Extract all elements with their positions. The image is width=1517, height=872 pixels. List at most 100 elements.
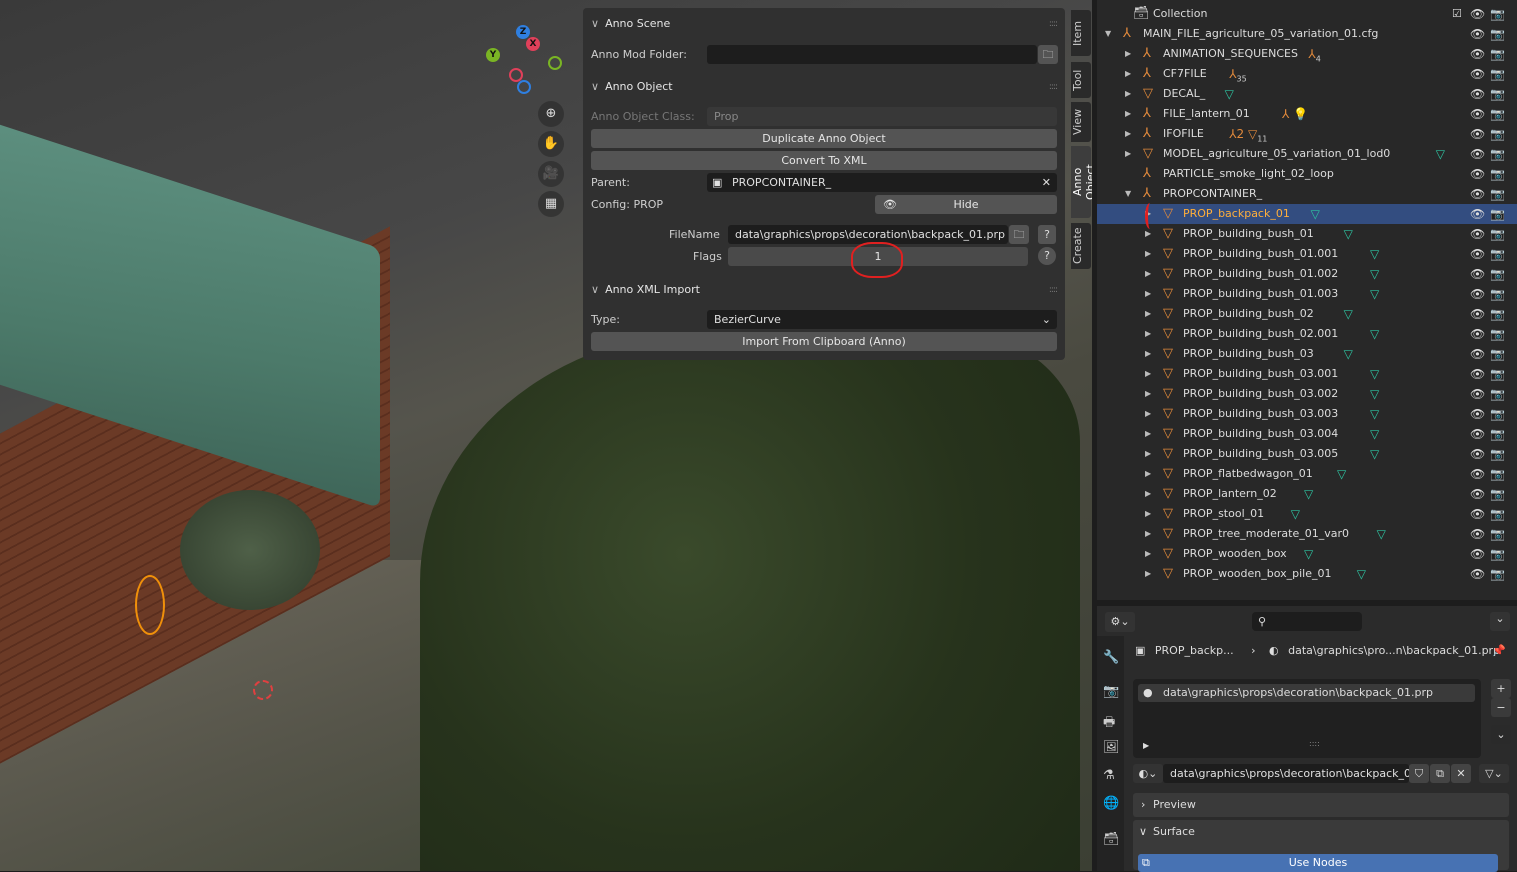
mesh-data-icon[interactable]: ▽ xyxy=(1370,264,1379,284)
row-name[interactable]: PROP_building_bush_01.003 xyxy=(1183,284,1338,304)
gizmo-y-axis[interactable]: Y xyxy=(486,48,500,62)
eye-icon[interactable]: 👁 xyxy=(1470,304,1485,324)
camera-render-icon[interactable]: 📷 xyxy=(1490,244,1505,264)
eye-icon[interactable]: 👁 xyxy=(1470,184,1485,204)
row-name[interactable]: PROP_flatbedwagon_01 xyxy=(1183,464,1313,484)
row-name[interactable]: FILE_lantern_01 xyxy=(1163,104,1250,124)
expand-arrow-icon[interactable]: ▶ xyxy=(1145,264,1151,284)
editor-type-button[interactable]: ⚙⌄ xyxy=(1105,612,1135,632)
tab-create[interactable]: Create xyxy=(1071,223,1091,269)
outliner-row[interactable]: ▶ ▽ DECAL_ ▽ 👁 📷 xyxy=(1097,84,1517,104)
camera-render-icon[interactable]: 📷 xyxy=(1490,124,1505,144)
expand-arrow-icon[interactable]: ▶ xyxy=(1125,44,1131,64)
eye-icon[interactable]: 👁 xyxy=(1470,144,1485,164)
camera-render-icon[interactable]: 📷 xyxy=(1490,64,1505,84)
eye-icon[interactable]: 👁 xyxy=(1470,344,1485,364)
collapse-arrow-icon[interactable]: ▼ xyxy=(1105,24,1111,44)
row-name[interactable]: PROP_building_bush_01.001 xyxy=(1183,244,1338,264)
resize-grip[interactable]: :::: xyxy=(1309,739,1320,748)
hide-button[interactable]: 👁 Hide xyxy=(875,195,1057,214)
row-name[interactable]: PROP_building_bush_02.001 xyxy=(1183,324,1338,344)
expand-arrow-icon[interactable]: ▶ xyxy=(1145,464,1151,484)
eye-icon[interactable]: 👁 xyxy=(1470,4,1485,24)
panel-header-anno-object[interactable]: ∨ Anno Object xyxy=(591,80,673,93)
row-name[interactable]: ANIMATION_SEQUENCES xyxy=(1163,44,1298,64)
row-name[interactable]: CF7FILE xyxy=(1163,64,1207,84)
gizmo-z-axis[interactable]: Z xyxy=(516,25,530,39)
eye-icon[interactable]: 👁 xyxy=(1470,264,1485,284)
outliner-row[interactable]: ▶ ▽ PROP_building_bush_03.002 ▽ 👁 📷 xyxy=(1097,384,1517,404)
outliner-row[interactable]: ▶ ▽ MODEL_agriculture_05_variation_01_lod0… xyxy=(1097,144,1517,164)
expand-arrow-icon[interactable]: ▶ xyxy=(1145,324,1151,344)
type-dropdown[interactable]: BezierCurve ⌄ xyxy=(707,310,1057,329)
outliner-row[interactable]: ▶ ▽ PROP_building_bush_03.004 ▽ 👁 📷 xyxy=(1097,424,1517,444)
outliner-row[interactable]: ▶ ▽ PROP_building_bush_03 ▽ 👁 📷 xyxy=(1097,344,1517,364)
tab-tool[interactable]: Tool xyxy=(1071,62,1091,98)
row-name[interactable]: PROP_backpack_01 xyxy=(1183,204,1290,224)
row-name[interactable]: PROP_building_bush_03.002 xyxy=(1183,384,1338,404)
outliner-row[interactable]: ▶ ▽ PROP_backpack_01 ▽ 👁 📷 xyxy=(1097,204,1517,224)
expand-arrow-icon[interactable]: ▶ xyxy=(1125,124,1131,144)
mesh-data-icon[interactable]: ▽ xyxy=(1436,144,1445,164)
row-name[interactable]: PROP_stool_01 xyxy=(1183,504,1264,524)
eye-icon[interactable]: 👁 xyxy=(1470,84,1485,104)
row-name[interactable]: PROP_wooden_box xyxy=(1183,544,1287,564)
row-name[interactable]: PROP_building_bush_03.001 xyxy=(1183,364,1338,384)
clear-icon[interactable]: ✕ xyxy=(1042,173,1051,192)
output-icon[interactable]: 🖶 xyxy=(1103,713,1115,735)
camera-render-icon[interactable]: 📷 xyxy=(1490,4,1505,24)
tool-icon[interactable]: 🔧 xyxy=(1103,650,1119,665)
eye-icon[interactable]: 👁 xyxy=(1470,544,1485,564)
eye-icon[interactable]: 👁 xyxy=(1470,504,1485,524)
expand-arrow-icon[interactable]: ▶ xyxy=(1145,564,1151,584)
camera-render-icon[interactable]: 📷 xyxy=(1490,284,1505,304)
expand-arrow-icon[interactable]: ▶ xyxy=(1145,484,1151,504)
outliner-row[interactable]: ▼ ⅄ PROPCONTAINER_ 👁 📷 xyxy=(1097,184,1517,204)
eye-icon[interactable]: 👁 xyxy=(1470,124,1485,144)
camera-render-icon[interactable]: 📷 xyxy=(1490,524,1505,544)
eye-icon[interactable]: 👁 xyxy=(1470,44,1485,64)
row-name[interactable]: IFOFILE xyxy=(1163,124,1204,144)
outliner-row[interactable]: ▶ ▽ PROP_building_bush_03.001 ▽ 👁 📷 xyxy=(1097,364,1517,384)
view-layer-icon[interactable]: 🖼 xyxy=(1103,740,1120,755)
outliner-row[interactable]: ▶ ▽ PROP_building_bush_03.005 ▽ 👁 📷 xyxy=(1097,444,1517,464)
camera-render-icon[interactable]: 📷 xyxy=(1490,104,1505,124)
outliner-row[interactable]: ▶ ▽ PROP_stool_01 ▽ 👁 📷 xyxy=(1097,504,1517,524)
outliner-row[interactable]: ▶ ▽ PROP_lantern_02 ▽ 👁 📷 xyxy=(1097,484,1517,504)
camera-render-icon[interactable]: 📷 xyxy=(1490,164,1505,184)
eye-icon[interactable]: 👁 xyxy=(1470,424,1485,444)
pin-icon[interactable]: 📌 xyxy=(1492,644,1506,657)
folder-icon[interactable]: 🗀 xyxy=(1009,225,1029,244)
mesh-data-icon[interactable]: ▽ xyxy=(1344,344,1353,364)
material-name-field[interactable]: data\graphics\props\decoration\backpack_… xyxy=(1163,764,1409,783)
eye-icon[interactable]: 👁 xyxy=(1470,364,1485,384)
eye-icon[interactable]: 👁 xyxy=(1470,24,1485,44)
camera-render-icon[interactable]: 📷 xyxy=(1490,24,1505,44)
drag-grip[interactable]: :::: xyxy=(1049,285,1058,295)
eye-icon[interactable]: 👁 xyxy=(1470,104,1485,124)
mesh-data-icon[interactable]: ▽ xyxy=(1225,84,1234,104)
outliner-row[interactable]: ▶ ▽ PROP_building_bush_01.001 ▽ 👁 📷 xyxy=(1097,244,1517,264)
mesh-data-icon[interactable]: ▽ xyxy=(1370,324,1379,344)
collapse-arrow-icon[interactable]: ▼ xyxy=(1125,184,1131,204)
eye-icon[interactable]: 👁 xyxy=(1470,404,1485,424)
camera-render-icon[interactable]: 📷 xyxy=(1490,324,1505,344)
convert-to-xml-button[interactable]: Convert To XML xyxy=(591,151,1057,170)
camera-render-icon[interactable]: 📷 xyxy=(1490,404,1505,424)
outliner-row[interactable]: ▶ ▽ PROP_wooden_box_pile_01 ▽ 👁 📷 xyxy=(1097,564,1517,584)
outliner-row[interactable]: ⅄ PARTICLE_smoke_light_02_loop 👁 📷 xyxy=(1097,164,1517,184)
row-name[interactable]: PROP_building_bush_01.002 xyxy=(1183,264,1338,284)
zoom-icon[interactable]: ⊕ xyxy=(538,101,564,127)
expand-arrow-icon[interactable]: ▶ xyxy=(1145,544,1151,564)
row-name[interactable]: PROP_lantern_02 xyxy=(1183,484,1277,504)
camera-render-icon[interactable]: 📷 xyxy=(1490,224,1505,244)
outliner-row[interactable]: ▶ ▽ PROP_building_bush_01 ▽ 👁 📷 xyxy=(1097,224,1517,244)
mesh-data-icon[interactable]: ▽ xyxy=(1304,544,1313,564)
mod-folder-input[interactable] xyxy=(707,45,1037,64)
eye-icon[interactable]: 👁 xyxy=(1470,224,1485,244)
material-slot-list[interactable]: ● data\graphics\props\decoration\backpack… xyxy=(1133,679,1481,758)
row-name[interactable]: PROP_tree_moderate_01_var0 xyxy=(1183,524,1349,544)
panel-header-anno-scene[interactable]: ∨ Anno Scene xyxy=(591,17,670,30)
expand-arrow-icon[interactable]: ▶ xyxy=(1145,384,1151,404)
eye-icon[interactable]: 👁 xyxy=(1470,284,1485,304)
